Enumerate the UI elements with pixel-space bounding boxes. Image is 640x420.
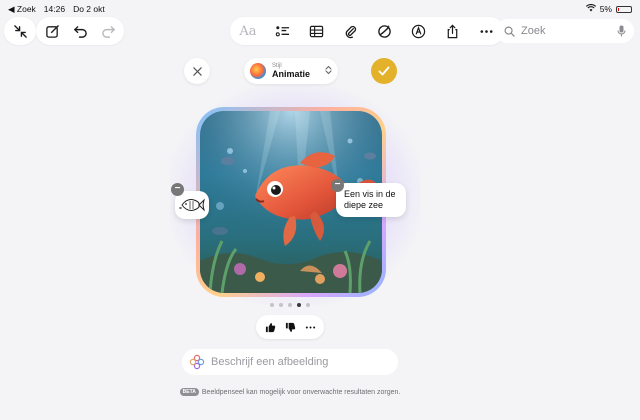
pen-markup-icon <box>411 24 425 38</box>
search-field[interactable]: Zoek <box>496 19 634 43</box>
minus-icon: − <box>334 179 341 190</box>
status-bar: ◀ Zoek 14:26 Do 2 okt 5% <box>0 0 640 18</box>
edit-toolbar <box>36 17 124 45</box>
thumbs-down-button[interactable] <box>281 318 299 336</box>
back-to-search-link[interactable]: ◀ Zoek <box>8 4 36 15</box>
thumbs-down-icon <box>285 322 295 332</box>
status-time: 14:26 <box>43 4 66 14</box>
redo-icon <box>101 25 115 38</box>
thumbs-up-button[interactable] <box>261 318 279 336</box>
fish-sketch-icon <box>179 198 205 212</box>
minus-icon: − <box>174 183 181 194</box>
paperclip-icon <box>345 25 356 38</box>
style-selector[interactable]: Stijl Animatie <box>244 58 338 84</box>
undo-button[interactable] <box>66 17 94 45</box>
page-dot-active[interactable] <box>297 303 301 307</box>
microphone-icon[interactable] <box>617 25 626 37</box>
markup-button[interactable] <box>404 17 432 45</box>
share-button[interactable] <box>438 17 466 45</box>
image-playground-icon <box>377 24 391 38</box>
magnifier-icon <box>504 26 515 37</box>
concept-chip[interactable]: Een vis in de diepe zee <box>336 183 406 217</box>
describe-image-input[interactable]: Beschrijf een afbeelding <box>182 349 398 375</box>
table-button[interactable] <box>302 17 330 45</box>
checklist-icon <box>275 25 289 36</box>
feedback-more-button[interactable] <box>301 318 319 336</box>
left-toolbar <box>4 17 36 45</box>
status-date: Do 2 okt <box>73 4 105 14</box>
collapse-button[interactable] <box>6 17 34 45</box>
remove-concept-button[interactable]: − <box>331 179 344 192</box>
format-toolbar: Aa <box>230 17 504 45</box>
page-dot[interactable] <box>306 303 310 307</box>
image-playground-button[interactable] <box>370 17 398 45</box>
share-icon <box>447 24 457 38</box>
feedback-bar <box>256 315 324 339</box>
attachment-button[interactable] <box>336 17 364 45</box>
compose-icon <box>45 24 59 38</box>
remove-sketch-button[interactable]: − <box>171 183 184 196</box>
close-button[interactable] <box>184 58 210 84</box>
concept-chip-label: Een vis in de diepe zee <box>344 189 396 210</box>
beta-badge: BETA <box>179 388 199 396</box>
disclaimer: BETA Beeldpenseel kan mogelijk voor onve… <box>0 388 580 396</box>
style-thumbnail <box>250 63 266 79</box>
ellipsis-icon <box>480 29 492 33</box>
page-indicator[interactable] <box>270 303 310 307</box>
page-dot[interactable] <box>270 303 274 307</box>
checklist-button[interactable] <box>268 17 296 45</box>
style-value: Animatie <box>272 69 311 79</box>
page-dot[interactable] <box>288 303 292 307</box>
wifi-icon <box>585 4 596 14</box>
table-icon <box>309 25 323 37</box>
battery-icon <box>616 5 632 13</box>
checkmark-icon <box>378 66 390 76</box>
prompt-placeholder: Beschrijf een afbeelding <box>211 356 329 368</box>
text-format-label: Aa <box>239 23 257 39</box>
chevron-up-down-icon <box>325 65 332 77</box>
done-button[interactable] <box>371 58 397 84</box>
thumbs-up-icon <box>265 322 275 332</box>
undo-icon <box>73 25 87 38</box>
search-placeholder: Zoek <box>521 25 546 37</box>
image-playground-icon <box>189 354 205 370</box>
style-text: Stijl Animatie <box>272 63 310 79</box>
disclaimer-text: Beeldpenseel kan mogelijk voor onverwach… <box>201 388 401 396</box>
text-format-button[interactable]: Aa <box>234 17 262 45</box>
collapse-arrows-icon <box>13 24 27 38</box>
redo-button[interactable] <box>94 17 122 45</box>
close-icon <box>192 66 202 76</box>
battery-percentage: 5% <box>599 4 612 14</box>
ellipsis-icon <box>305 325 315 329</box>
page-dot[interactable] <box>279 303 283 307</box>
new-note-button[interactable] <box>38 17 66 45</box>
